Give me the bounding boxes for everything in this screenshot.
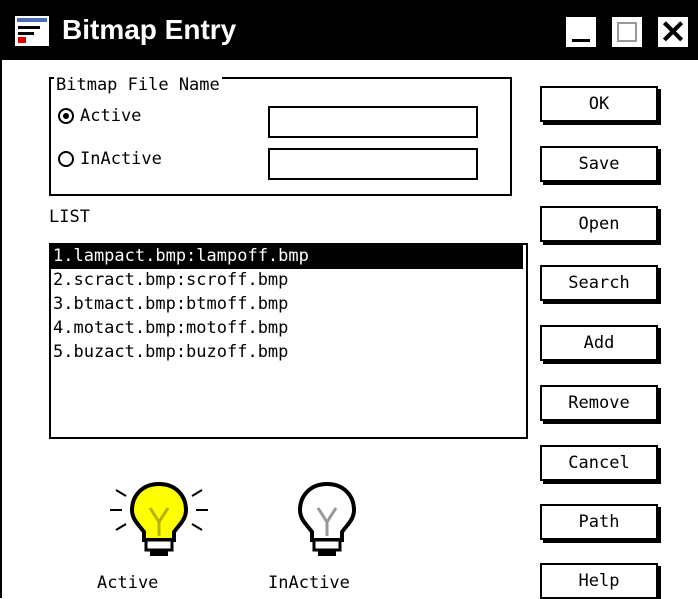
inactive-radio-option[interactable]: InActive <box>58 149 162 169</box>
active-radio[interactable] <box>58 108 74 124</box>
maximize-button[interactable] <box>610 15 644 49</box>
maximize-icon <box>617 22 637 42</box>
help-button[interactable]: Help <box>540 563 658 599</box>
active-caption: Active <box>97 573 159 593</box>
list-item[interactable]: 5.buzact.bmp:buzoff.bmp <box>51 341 526 365</box>
close-button[interactable]: ✕ <box>656 14 690 50</box>
minimize-icon <box>572 39 590 42</box>
inactive-radio[interactable] <box>58 151 74 167</box>
list-item[interactable]: 4.motact.bmp:motoff.bmp <box>51 317 526 341</box>
bitmap-entry-window: Bitmap Entry ✕ Bitmap File Name Active I… <box>0 0 698 599</box>
active-radio-option[interactable]: Active <box>58 106 141 126</box>
close-icon: ✕ <box>659 14 687 50</box>
minimize-button[interactable] <box>564 15 598 49</box>
add-button[interactable]: Add <box>540 325 658 361</box>
active-radio-label: Active <box>80 106 142 126</box>
open-button[interactable]: Open <box>540 206 658 242</box>
inactive-file-field[interactable] <box>268 148 478 180</box>
window-title: Bitmap Entry <box>62 14 237 45</box>
path-button[interactable]: Path <box>540 504 658 540</box>
app-icon[interactable] <box>14 15 50 47</box>
list-label: LIST <box>49 207 90 227</box>
cancel-button[interactable]: Cancel <box>540 445 658 481</box>
save-button[interactable]: Save <box>540 146 658 182</box>
list-item[interactable]: 2.scract.bmp:scroff.bmp <box>51 269 526 293</box>
group-label: Bitmap File Name <box>54 75 222 95</box>
search-button[interactable]: Search <box>540 265 658 301</box>
title-bar[interactable]: Bitmap Entry ✕ <box>2 0 698 60</box>
inactive-caption: InActive <box>268 573 350 593</box>
lightbulb-on-icon <box>110 481 208 556</box>
list-item[interactable]: 3.btmact.bmp:btmoff.bmp <box>51 293 526 317</box>
active-file-field[interactable] <box>268 106 478 138</box>
ok-button[interactable]: OK <box>540 86 658 122</box>
bitmap-listbox[interactable]: 1.lampact.bmp:lampoff.bmp 2.scract.bmp:s… <box>49 243 528 439</box>
list-item[interactable]: 1.lampact.bmp:lampoff.bmp <box>51 245 523 269</box>
remove-button[interactable]: Remove <box>540 385 658 421</box>
inactive-radio-label: InActive <box>80 149 162 169</box>
lightbulb-off-icon <box>297 481 357 556</box>
